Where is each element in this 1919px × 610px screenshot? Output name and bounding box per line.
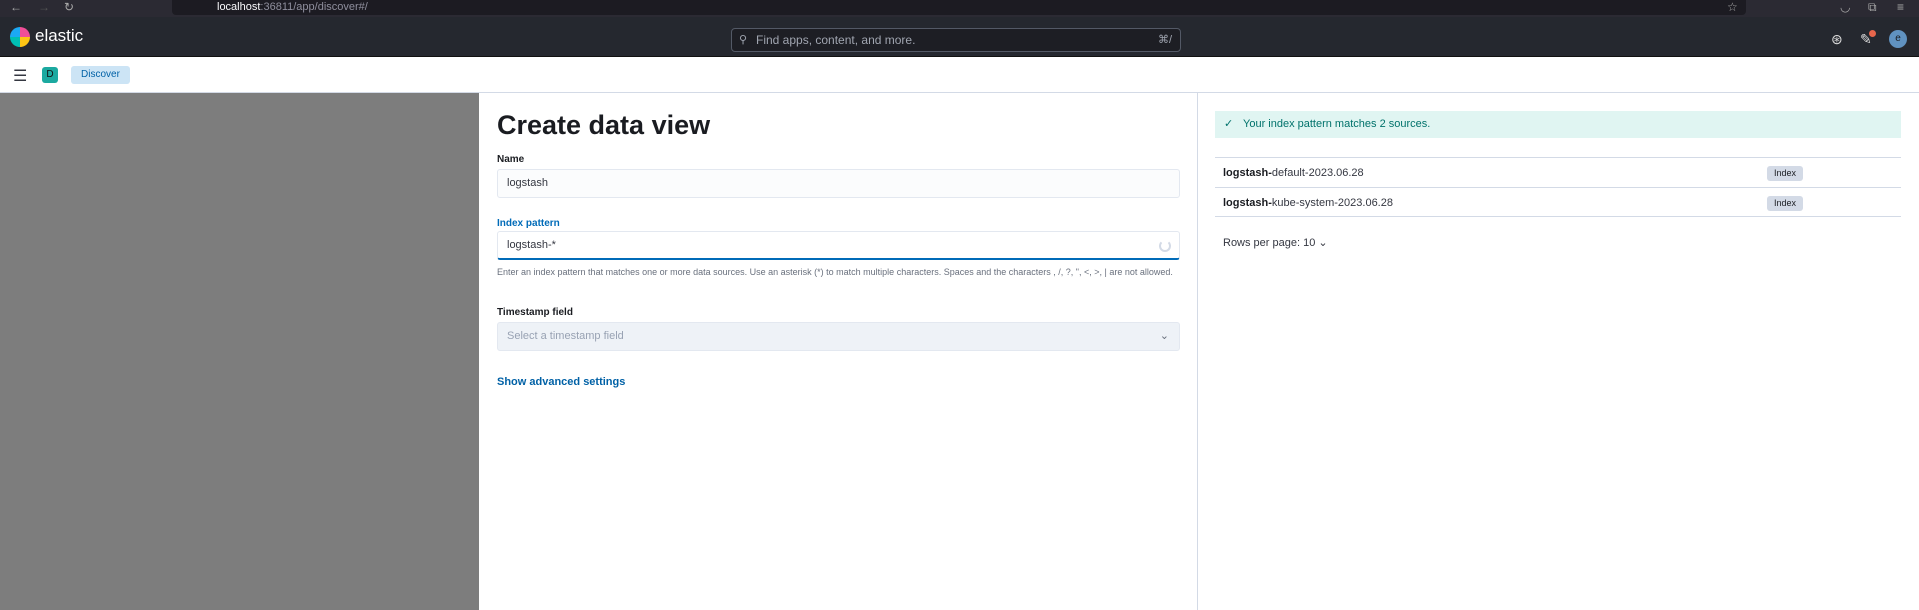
global-search-input[interactable]: ⚲ Find apps, content, and more. ⌘/ (731, 28, 1181, 52)
index-pattern-label: Index pattern (497, 218, 560, 229)
url-bar[interactable]: localhost:36811/app/discover#/ (172, 0, 1746, 15)
breadcrumb-discover[interactable]: Discover (71, 66, 130, 84)
search-placeholder: Find apps, content, and more. (756, 33, 916, 47)
brand-name[interactable]: elastic (35, 26, 83, 46)
timestamp-select[interactable]: Select a timestamp field ⌄ (497, 322, 1180, 351)
search-icon: ⚲ (739, 34, 748, 46)
match-callout: ✓ Your index pattern matches 2 sources. (1215, 111, 1901, 138)
bookmark-star-icon[interactable]: ☆ (1727, 0, 1738, 15)
loading-spinner-icon (1159, 240, 1171, 252)
table-row: logstash-kube-system-2023.06.28 Index (1215, 187, 1901, 217)
type-badge: Index (1767, 196, 1804, 211)
source-name: default-2023.06.28 (1271, 167, 1364, 179)
chevron-down-icon: ⌄ (1318, 237, 1328, 249)
elastic-logo-icon[interactable] (10, 27, 30, 47)
overlay-mask (0, 93, 479, 610)
browser-menu-icon[interactable]: ≡ (1897, 0, 1904, 15)
user-avatar[interactable]: e (1889, 30, 1907, 48)
source-name: kube-system-2023.06.28 (1271, 197, 1393, 209)
rows-per-page-button[interactable]: Rows per page: 10 ⌄ (1223, 236, 1328, 249)
pocket-icon[interactable]: ◡ (1840, 0, 1850, 15)
name-label: Name (497, 154, 525, 165)
callout-text: Your index pattern matches 2 sources. (1243, 118, 1431, 130)
url-host: localhost (217, 1, 261, 13)
check-icon: ✓ (1224, 118, 1234, 130)
timestamp-label: Timestamp field (497, 307, 573, 318)
name-input[interactable]: logstash (497, 169, 1180, 198)
rows-per-page-label: Rows per page: 10 (1223, 237, 1316, 249)
hamburger-menu-icon[interactable]: ☰ (13, 66, 27, 86)
timestamp-placeholder: Select a timestamp field (507, 330, 624, 342)
table-row: logstash-default-2023.06.28 Index (1215, 157, 1901, 187)
page-title: Create data view (497, 110, 711, 140)
reload-icon[interactable]: ↻ (64, 0, 74, 15)
breadcrumb-bar (0, 57, 1919, 93)
extensions-icon[interactable]: ⧉ (1868, 0, 1877, 15)
source-match: logstash- (1223, 167, 1272, 179)
chevron-down-icon: ⌄ (1159, 330, 1169, 342)
search-shortcut: ⌘/ (1157, 34, 1172, 46)
help-icon[interactable]: ⊛ (1831, 31, 1843, 48)
type-badge: Index (1767, 166, 1804, 181)
show-advanced-settings-link[interactable]: Show advanced settings (497, 376, 625, 388)
back-icon[interactable]: ← (10, 0, 22, 15)
url-path: :36811/app/discover#/ (260, 1, 368, 13)
space-avatar[interactable]: D (42, 67, 58, 83)
index-pattern-value: logstash-* (507, 239, 556, 251)
index-pattern-input[interactable]: logstash-* (497, 231, 1180, 260)
forward-icon[interactable]: → (38, 0, 50, 15)
index-pattern-help: Enter an index pattern that matches one … (497, 267, 1173, 277)
source-match: logstash- (1223, 197, 1272, 209)
notification-dot (1869, 30, 1876, 37)
